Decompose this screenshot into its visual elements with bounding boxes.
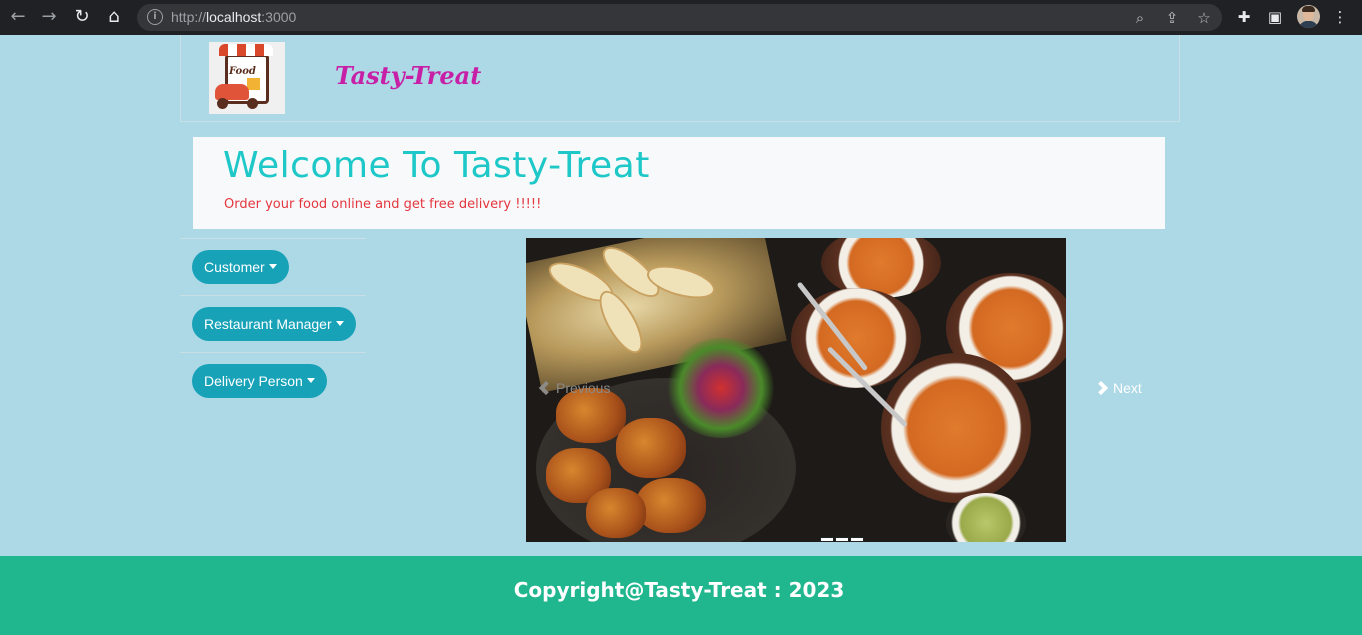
carousel-indicators[interactable] [820,537,864,542]
chevron-right-icon [1093,380,1109,396]
back-icon[interactable]: ← [7,6,29,28]
restaurant-manager-dropdown-button[interactable]: Restaurant Manager [192,307,356,341]
caret-down-icon [335,321,344,326]
caret-down-icon [268,264,277,269]
salad-garnish [666,338,776,438]
indicator-dot[interactable] [835,537,849,542]
previous-label: Previous [556,380,611,396]
copyright-text: Copyright@Tasty-Treat : 2023 [513,578,845,602]
caret-down-icon [306,378,315,383]
welcome-banner: Welcome To Tasty-Treat Order your food o… [193,137,1165,229]
site-navbar: Food Tasty-Treat [180,35,1180,122]
profile-avatar[interactable] [1297,5,1320,28]
url-text[interactable]: http://localhost:3000 [171,9,296,25]
delivery-person-dropdown-button[interactable]: Delivery Person [192,364,327,398]
indicator-dot[interactable] [820,537,834,542]
next-label: Next [1113,380,1142,396]
sidebar-item-customer: Customer [180,238,366,295]
chutney-bowl [946,493,1026,542]
forward-icon[interactable]: → [38,6,60,28]
welcome-heading: Welcome To Tasty-Treat [223,145,650,186]
chevron-left-icon [538,380,554,396]
zoom-icon[interactable]: ⌕ [1130,8,1150,28]
indicator-dot[interactable] [850,537,864,542]
bookmark-star-icon[interactable]: ☆ [1194,8,1214,28]
info-icon[interactable]: i [147,9,163,25]
extensions-icon[interactable]: ✚ [1233,6,1255,28]
reload-icon[interactable]: ↻ [71,6,93,28]
curry-bowl [881,353,1031,503]
browser-toolbar: ← → ↻ ⌂ i http://localhost:3000 ⌕ ⇪ ☆ ✚ … [0,0,1362,35]
home-icon[interactable]: ⌂ [103,6,125,28]
carousel-previous-control[interactable]: Previous [538,380,611,396]
customer-dropdown-button[interactable]: Customer [192,250,289,284]
food-delivery-logo[interactable]: Food [209,42,285,114]
menu-kebab-icon[interactable]: ⋮ [1329,6,1351,28]
welcome-tagline: Order your food online and get free deli… [224,197,542,212]
carousel-next-control[interactable]: Next [1093,380,1142,396]
side-panel-icon[interactable]: ▣ [1264,6,1286,28]
sidebar-item-restaurant-manager: Restaurant Manager [180,295,366,352]
brand-title[interactable]: Tasty-Treat [335,61,481,90]
sidebar-item-delivery-person: Delivery Person [180,352,366,409]
role-sidebar: Customer Restaurant Manager Delivery Per… [180,238,366,409]
share-icon[interactable]: ⇪ [1162,8,1182,28]
site-footer: Copyright@Tasty-Treat : 2023 [0,556,1362,635]
address-bar[interactable]: i http://localhost:3000 ⌕ ⇪ ☆ [137,4,1222,31]
